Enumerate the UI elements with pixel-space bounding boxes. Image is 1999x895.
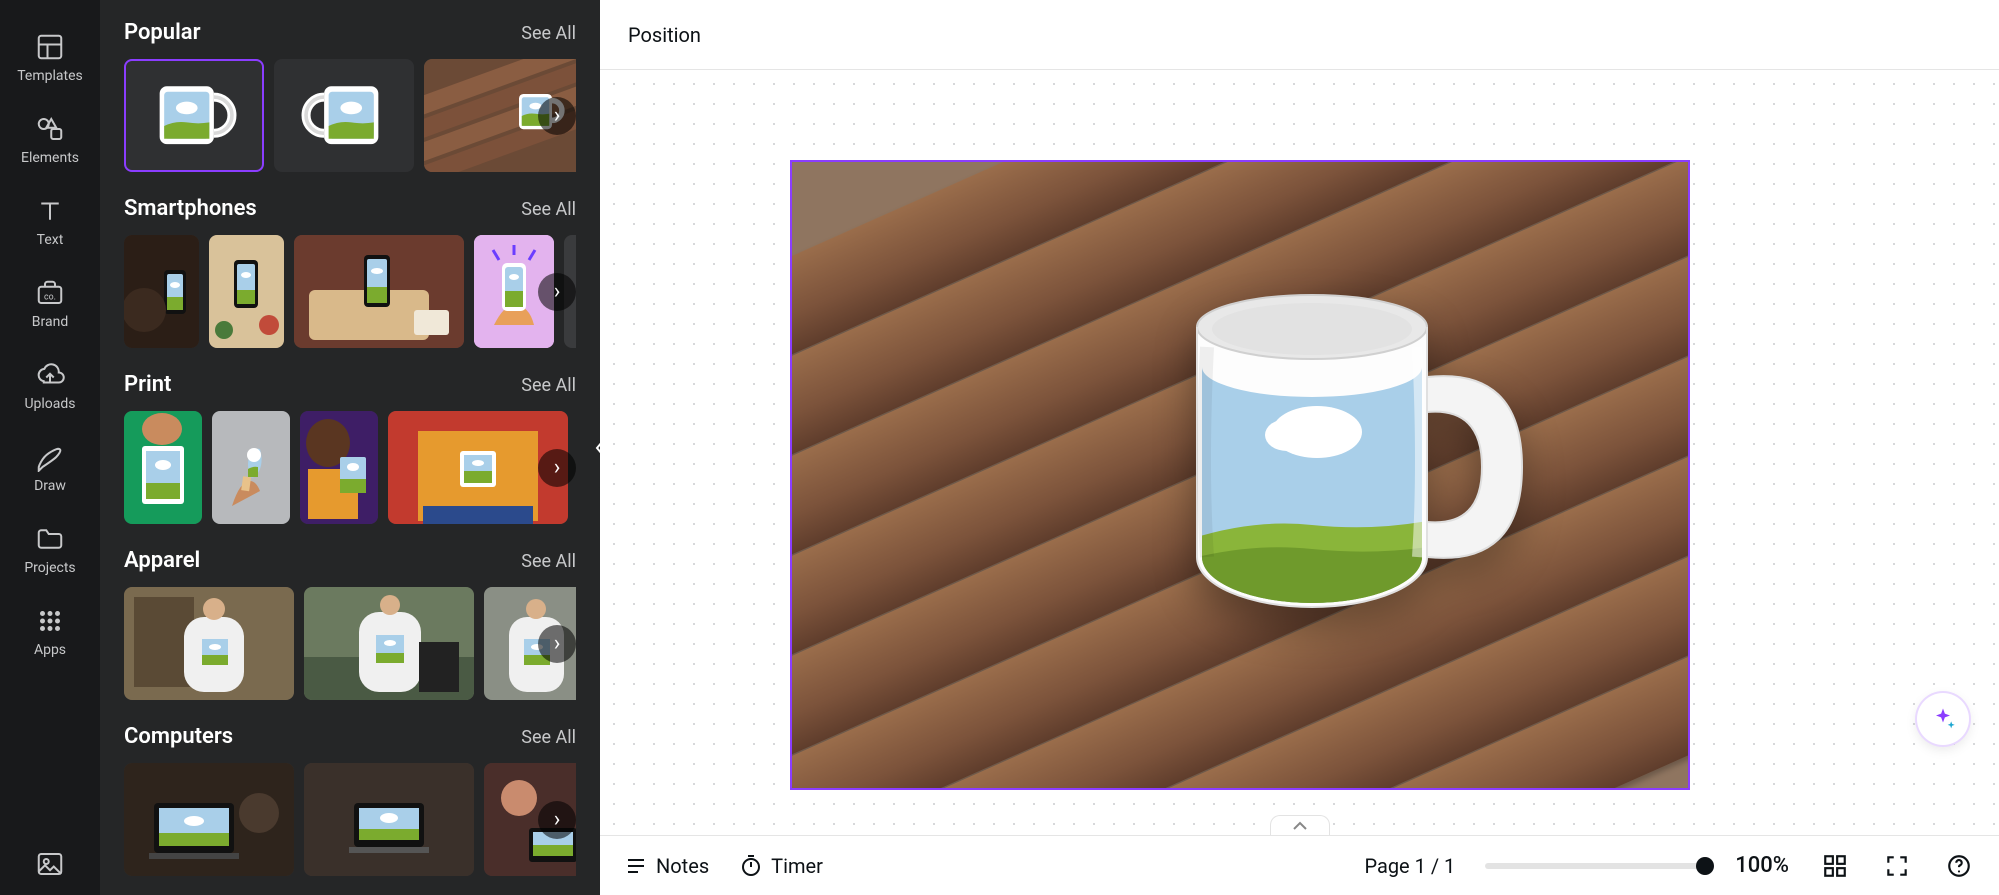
fullscreen-icon <box>1884 853 1910 879</box>
context-toolbar: Position <box>600 0 1999 70</box>
print-next[interactable]: › <box>538 449 576 487</box>
zoom-slider-knob[interactable] <box>1696 857 1714 875</box>
see-all-print[interactable]: See All <box>521 375 576 396</box>
help-icon <box>1946 853 1972 879</box>
rail-label: Elements <box>21 150 79 166</box>
brand-icon: co. <box>35 278 65 308</box>
mockup-print-1[interactable] <box>124 411 202 524</box>
page-indicator[interactable]: Page 1 / 1 <box>1364 854 1455 878</box>
section-computers: Computers See All › <box>124 724 576 876</box>
mockup-apparel-1[interactable] <box>124 587 294 700</box>
mockups-panel: Popular See All › Smartphones See All <box>100 0 600 895</box>
grid-icon <box>1822 853 1848 879</box>
rail-text[interactable]: Text <box>0 182 100 264</box>
rail-label: Templates <box>17 68 83 84</box>
mockup-print-3[interactable] <box>300 411 378 524</box>
rail-label: Uploads <box>24 396 75 412</box>
apparel-next[interactable]: › <box>538 625 576 663</box>
zoom-value[interactable]: 100% <box>1735 853 1789 878</box>
projects-icon <box>35 524 65 554</box>
sparkle-icon <box>1929 705 1957 733</box>
uploads-icon <box>35 360 65 390</box>
add-page-tab[interactable] <box>1270 815 1330 835</box>
rail-label: Brand <box>32 314 68 330</box>
popular-row: › <box>124 59 576 172</box>
apparel-row: › <box>124 587 576 700</box>
rail-apps[interactable]: Apps <box>0 592 100 674</box>
rail-projects[interactable]: Projects <box>0 510 100 592</box>
section-popular: Popular See All › <box>124 20 576 172</box>
draw-icon <box>35 442 65 472</box>
rail-brand[interactable]: co. Brand <box>0 264 100 346</box>
mockup-mug-front[interactable] <box>124 59 264 172</box>
grid-view-button[interactable] <box>1819 850 1851 882</box>
smartphones-next[interactable]: › <box>538 273 576 311</box>
mockup-computer-1[interactable] <box>124 763 294 876</box>
rail-label: Projects <box>24 560 75 576</box>
timer-label: Timer <box>771 854 823 878</box>
see-all-computers[interactable]: See All <box>521 727 576 748</box>
rail-label: Text <box>37 232 64 248</box>
rail-label: Apps <box>34 642 66 658</box>
chevron-up-icon <box>1292 821 1308 831</box>
computers-next[interactable]: › <box>538 801 576 839</box>
print-row: › <box>124 411 576 524</box>
position-button[interactable]: Position <box>624 15 705 55</box>
collapse-panel-button[interactable] <box>586 408 600 488</box>
mockup-phone-2[interactable] <box>209 235 284 348</box>
section-smartphones: Smartphones See All › <box>124 196 576 348</box>
mockup-mug-back[interactable] <box>274 59 414 172</box>
rail-uploads[interactable]: Uploads <box>0 346 100 428</box>
section-title: Popular <box>124 20 201 45</box>
zoom-slider[interactable] <box>1485 863 1705 869</box>
computers-row: › <box>124 763 576 876</box>
notes-icon <box>624 854 648 878</box>
see-all-apparel[interactable]: See All <box>521 551 576 572</box>
see-all-popular[interactable]: See All <box>521 23 576 44</box>
section-title: Smartphones <box>124 196 257 221</box>
apps-icon <box>35 606 65 636</box>
design-frame[interactable] <box>790 160 1690 790</box>
elements-icon <box>35 114 65 144</box>
rail-draw[interactable]: Draw <box>0 428 100 510</box>
bottom-bar: Notes Timer Page 1 / 1 100% <box>600 835 1999 895</box>
rail-photo[interactable] <box>0 835 100 895</box>
section-title: Computers <box>124 724 233 749</box>
mug-mockup[interactable] <box>1137 257 1557 677</box>
mockup-phone-1[interactable] <box>124 235 199 348</box>
mockup-apparel-2[interactable] <box>304 587 474 700</box>
mockup-computer-2[interactable] <box>304 763 474 876</box>
see-all-smartphones[interactable]: See All <box>521 199 576 220</box>
section-apparel: Apparel See All › <box>124 548 576 700</box>
smartphones-row: › <box>124 235 576 348</box>
image-icon <box>35 849 65 879</box>
rail-templates[interactable]: Templates <box>0 18 100 100</box>
section-title: Print <box>124 372 171 397</box>
notes-label: Notes <box>656 854 709 878</box>
timer-button[interactable]: Timer <box>739 854 823 878</box>
fullscreen-button[interactable] <box>1881 850 1913 882</box>
mockup-phone-3[interactable] <box>294 235 464 348</box>
popular-next[interactable]: › <box>538 97 576 135</box>
canvas[interactable] <box>600 70 1999 835</box>
templates-icon <box>35 32 65 62</box>
left-rail: Templates Elements Text co. Brand Upload… <box>0 0 100 895</box>
notes-button[interactable]: Notes <box>624 854 709 878</box>
magic-fab[interactable] <box>1917 693 1969 745</box>
rail-label: Draw <box>34 478 66 494</box>
section-title: Apparel <box>124 548 200 573</box>
text-icon <box>35 196 65 226</box>
rail-elements[interactable]: Elements <box>0 100 100 182</box>
main-area: Position <box>600 0 1999 895</box>
mockup-print-2[interactable] <box>212 411 290 524</box>
section-print: Print See All › <box>124 372 576 524</box>
svg-text:co.: co. <box>44 292 56 302</box>
help-button[interactable] <box>1943 850 1975 882</box>
timer-icon <box>739 854 763 878</box>
